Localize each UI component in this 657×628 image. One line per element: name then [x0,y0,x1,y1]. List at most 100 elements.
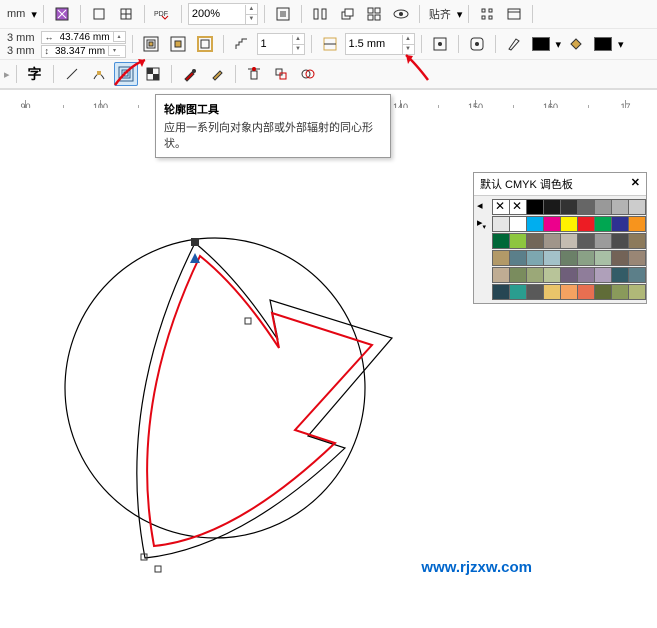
color-swatch[interactable] [577,233,595,249]
color-swatch[interactable] [560,284,578,300]
fill-dropdown[interactable]: ▾ [556,38,562,51]
offset-field[interactable]: ▲▼ [345,33,415,55]
corner1-icon[interactable] [428,32,452,56]
text-tool-icon[interactable]: 字 [23,62,47,86]
color-swatch[interactable] [560,233,578,249]
options-icon[interactable] [475,2,499,26]
group-icon[interactable] [269,62,293,86]
color-swatch[interactable] [628,267,646,283]
contour-tool-icon[interactable] [114,62,138,86]
more-icon[interactable]: ▸ [4,68,10,81]
steps-input[interactable] [258,38,292,50]
color-swatch[interactable] [628,250,646,266]
corner2-icon[interactable] [465,32,489,56]
view-icon[interactable] [389,2,413,26]
color-swatch[interactable] [611,199,629,215]
paste-dropdown-icon[interactable]: ▾ [457,8,463,21]
transparency-tool-icon[interactable] [141,62,165,86]
zoom-input[interactable] [189,8,245,20]
color-swatch[interactable] [560,250,578,266]
outline-swatch[interactable] [591,32,615,56]
offset-input[interactable] [346,38,402,50]
options2-icon[interactable] [502,2,526,26]
palette-scroll-left-icon[interactable]: ◂ [477,199,486,212]
color-swatch[interactable] [509,216,527,232]
outline-color-icon[interactable] [564,32,588,56]
color-swatch[interactable] [492,284,510,300]
palette-close-icon[interactable]: ✕ [631,176,640,192]
color-swatch[interactable] [628,216,646,232]
color-swatch[interactable] [594,216,612,232]
color-swatch[interactable] [628,199,646,215]
color-swatch[interactable] [509,199,527,215]
color-swatch[interactable] [611,233,629,249]
color-swatch[interactable] [526,199,544,215]
color-swatch[interactable] [594,284,612,300]
color-swatch[interactable] [577,284,595,300]
color-swatch[interactable] [543,284,561,300]
color-swatch[interactable] [543,267,561,283]
color-swatch[interactable] [628,233,646,249]
color-swatch[interactable] [577,199,595,215]
color-swatch[interactable] [492,267,510,283]
color-swatch[interactable] [526,250,544,266]
color-swatch[interactable] [577,250,595,266]
color-swatch[interactable] [492,216,510,232]
color-swatch[interactable] [526,216,544,232]
color-swatch[interactable] [594,267,612,283]
color-swatch[interactable] [509,267,527,283]
distribute-icon[interactable] [362,2,386,26]
snap-icon[interactable] [87,2,111,26]
line-tool-icon[interactable] [60,62,84,86]
tool-icon[interactable] [50,2,74,26]
height-input[interactable] [52,46,108,56]
color-swatch[interactable] [577,267,595,283]
color-swatch[interactable] [594,233,612,249]
node-tool-icon[interactable] [87,62,111,86]
color-swatch[interactable] [594,199,612,215]
palette-menu-icon[interactable]: ▸▾ [477,216,486,231]
color-swatch[interactable] [594,250,612,266]
color-swatch[interactable] [577,216,595,232]
grid-icon[interactable] [114,2,138,26]
outline-dropdown[interactable]: ▾ [618,38,624,51]
color-swatch[interactable] [543,250,561,266]
fill-color-icon[interactable] [529,32,553,56]
paste-label[interactable]: 贴齐 [426,6,454,22]
align-icon[interactable] [308,2,332,26]
color-swatch[interactable] [543,199,561,215]
dropdown-icon[interactable]: ▾ [31,8,37,21]
brush-icon[interactable] [205,62,229,86]
color-swatch[interactable] [492,250,510,266]
color-swatch[interactable] [611,216,629,232]
color-swatch[interactable] [543,233,561,249]
zoom-field[interactable]: ▲▼ [188,3,258,25]
layers-icon[interactable] [335,2,359,26]
color-swatch[interactable] [492,233,510,249]
color-swatch[interactable] [526,267,544,283]
color-swatch[interactable] [560,199,578,215]
contour-inside-icon[interactable] [166,32,190,56]
color-swatch[interactable] [509,250,527,266]
combine-icon[interactable] [296,62,320,86]
export-icon[interactable]: PDF [151,2,175,26]
color-swatch[interactable] [492,199,510,215]
color-swatch[interactable] [526,284,544,300]
align-top-icon[interactable] [242,62,266,86]
color-swatch[interactable] [543,216,561,232]
color-swatch[interactable] [560,216,578,232]
zoom-down[interactable]: ▼ [245,15,257,24]
eyedropper-icon[interactable] [178,62,202,86]
color-swatch[interactable] [611,284,629,300]
contour-center-icon[interactable] [139,32,163,56]
contour-outside-icon[interactable] [193,32,217,56]
steps-field[interactable]: ▲▼ [257,33,305,55]
zoom-up[interactable]: ▲ [245,5,257,15]
color-swatch[interactable] [611,250,629,266]
color-swatch[interactable] [526,233,544,249]
view-full-icon[interactable] [271,2,295,26]
color-swatch[interactable] [628,284,646,300]
outline-pen-icon[interactable] [502,32,526,56]
color-swatch[interactable] [560,267,578,283]
color-swatch[interactable] [509,233,527,249]
